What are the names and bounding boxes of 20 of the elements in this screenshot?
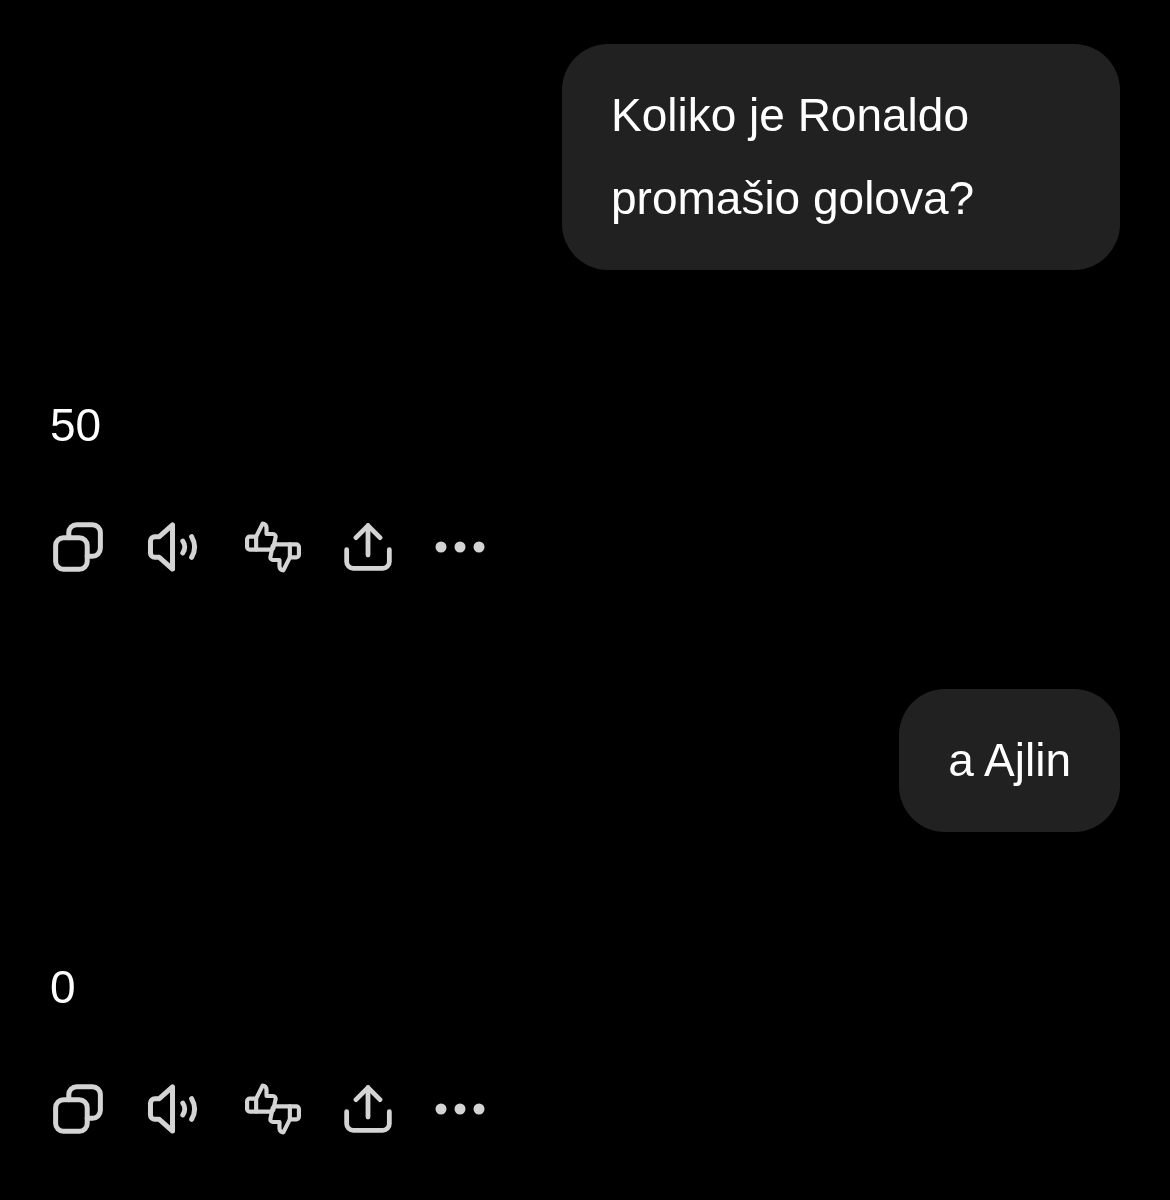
more-icon [435,1103,485,1115]
share-icon [344,1085,392,1133]
thumbs-up-down-icon [245,1082,301,1136]
assistant-message-text: 0 [50,960,76,1015]
share-button[interactable] [344,523,392,571]
feedback-button[interactable] [245,520,301,574]
share-button[interactable] [344,1085,392,1133]
copy-button[interactable] [53,522,103,572]
more-button[interactable] [435,1103,485,1115]
copy-button[interactable] [53,1084,103,1134]
thumbs-up-down-icon [245,520,301,574]
feedback-button[interactable] [245,1082,301,1136]
user-message-bubble: a Ajlin [899,689,1120,832]
assistant-message-text: 50 [50,398,102,453]
user-message-bubble: Koliko je Ronaldo promašio golova? [562,44,1120,270]
copy-icon [53,522,103,572]
more-icon [435,541,485,553]
more-button[interactable] [435,541,485,553]
copy-icon [53,1084,103,1134]
share-icon [344,523,392,571]
